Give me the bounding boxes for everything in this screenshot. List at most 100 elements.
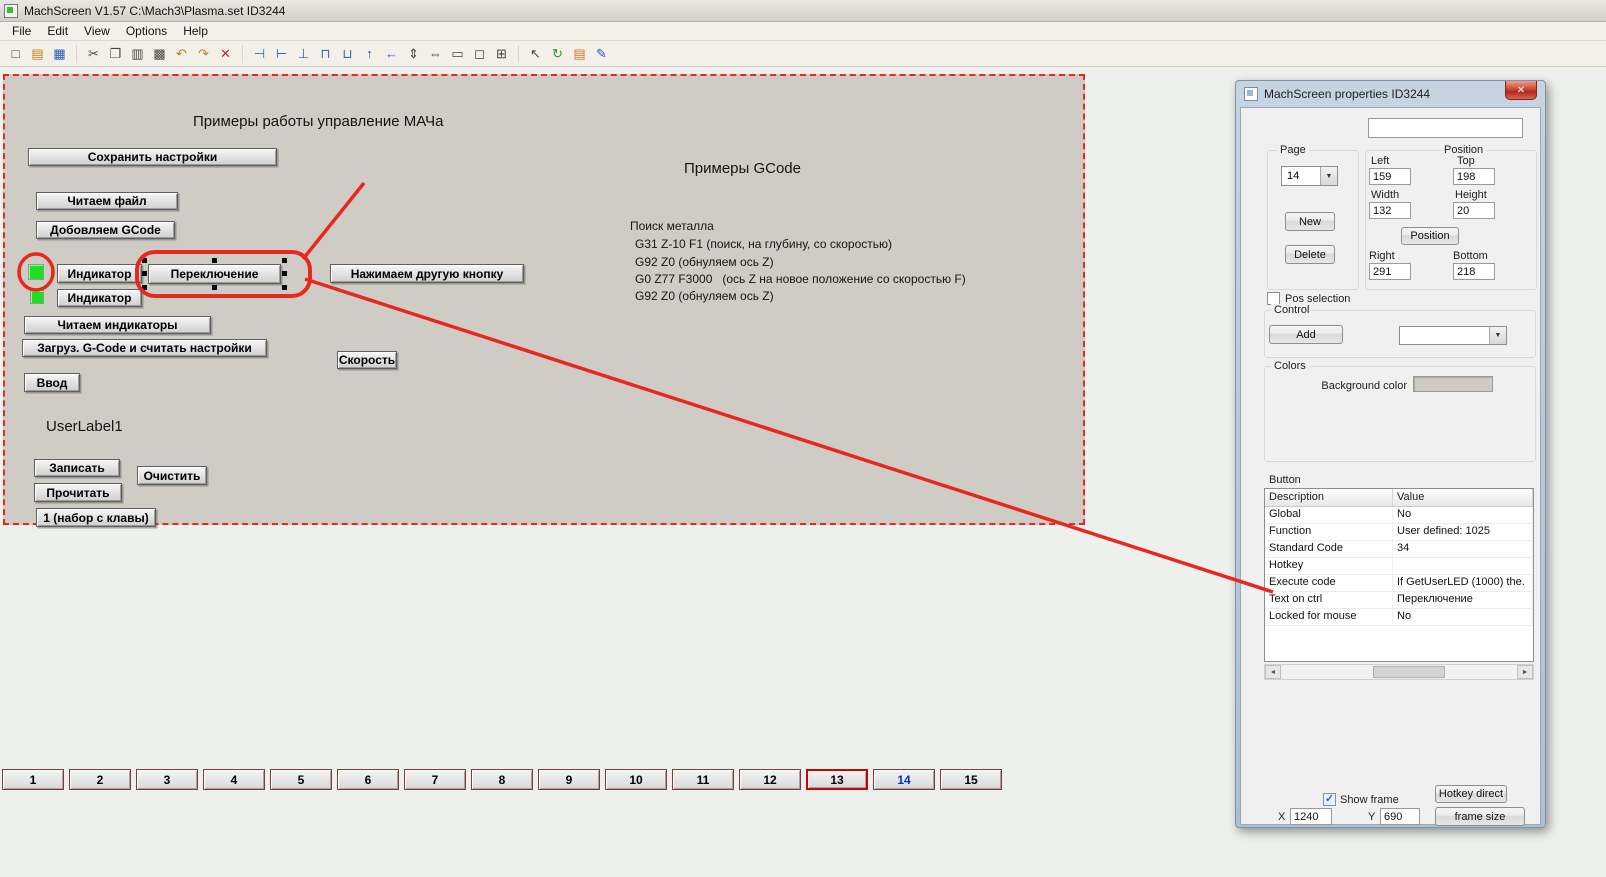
delete-button[interactable]: Delete — [1285, 245, 1335, 264]
left-field[interactable] — [1369, 168, 1411, 185]
switch-button[interactable]: Переключение — [148, 264, 281, 284]
page-button-7[interactable]: 7 — [404, 769, 466, 790]
menu-edit[interactable]: Edit — [39, 23, 76, 39]
width-field[interactable] — [1369, 202, 1411, 219]
grid-row-hotkey[interactable]: Hotkey — [1265, 558, 1533, 575]
page-button-10[interactable]: 10 — [605, 769, 667, 790]
resize-handle-ne[interactable] — [282, 258, 287, 263]
resize-handle-w[interactable] — [142, 271, 147, 276]
indicator-button-1[interactable]: Индикатор — [57, 264, 142, 283]
grid-icon[interactable]: ⊞ — [491, 44, 512, 64]
move-left-icon[interactable]: ← — [381, 44, 402, 64]
same-width-icon[interactable]: ⇔ — [425, 44, 446, 64]
frame-icon[interactable]: ▭ — [447, 44, 468, 64]
load-gcode-button[interactable]: Загруз. G-Code и считать настройки — [22, 339, 267, 357]
right-field[interactable] — [1369, 263, 1411, 280]
led-indicator-1[interactable] — [28, 264, 44, 280]
frame-size-button[interactable]: frame size — [1435, 807, 1525, 826]
write-button[interactable]: Записать — [34, 459, 120, 477]
resize-handle-nw[interactable] — [142, 258, 147, 263]
grid-row-function[interactable]: Function User defined: 1025 — [1265, 524, 1533, 541]
add-gcode-button[interactable]: Добовляем GCode — [36, 221, 175, 239]
show-frame-checkbox[interactable]: ✓ — [1323, 793, 1336, 806]
grid-row-execute-code[interactable]: Execute code If GetUserLED (1000) the. — [1265, 575, 1533, 592]
save-settings-button[interactable]: Сохранить настройки — [28, 148, 277, 166]
control-name-field[interactable] — [1368, 118, 1523, 138]
position-button[interactable]: Position — [1401, 227, 1459, 245]
resize-handle-s[interactable] — [211, 285, 217, 290]
page-button-14[interactable]: 14 — [873, 769, 935, 790]
height-field[interactable] — [1453, 202, 1495, 219]
design-canvas[interactable]: Примеры работы управление МАЧа Сохранить… — [3, 74, 1085, 527]
menu-file[interactable]: File — [4, 23, 39, 39]
open-icon[interactable]: ▤ — [27, 44, 48, 64]
resize-handle-e[interactable] — [282, 271, 287, 276]
cursor-icon[interactable]: ↖ — [525, 44, 546, 64]
page-button-9[interactable]: 9 — [538, 769, 600, 790]
page-button-11[interactable]: 11 — [672, 769, 734, 790]
scroll-left-icon[interactable]: ◄ — [1265, 665, 1281, 679]
new-icon[interactable]: □ — [5, 44, 26, 64]
grid-row-standard-code[interactable]: Standard Code 34 — [1265, 541, 1533, 558]
align-right-icon[interactable]: ⊢ — [271, 44, 292, 64]
grid-row-text-on-ctrl[interactable]: Text on ctrl Переключение — [1265, 592, 1533, 609]
clear-button[interactable]: Очистить — [137, 466, 207, 485]
page-button-1[interactable]: 1 — [2, 769, 64, 790]
input-button[interactable]: Ввод — [24, 373, 80, 392]
paste-icon[interactable]: ▥ — [127, 44, 148, 64]
menu-help[interactable]: Help — [175, 23, 216, 39]
led-indicator-2[interactable] — [30, 290, 44, 304]
align-bottom-icon[interactable]: ⊔ — [337, 44, 358, 64]
scrollbar-thumb[interactable] — [1373, 666, 1445, 678]
speed-button[interactable]: Скорость — [337, 351, 397, 369]
read-indicators-button[interactable]: Читаем индикаторы — [24, 316, 211, 334]
page-button-8[interactable]: 8 — [471, 769, 533, 790]
page-button-15[interactable]: 15 — [940, 769, 1002, 790]
move-up-icon[interactable]: ↑ — [359, 44, 380, 64]
resize-handle-sw[interactable] — [142, 285, 147, 290]
redo-icon[interactable]: ↷ — [193, 44, 214, 64]
page-button-5[interactable]: 5 — [270, 769, 332, 790]
page-button-6[interactable]: 6 — [337, 769, 399, 790]
close-icon[interactable]: ✕ — [1505, 81, 1537, 100]
paste-special-icon[interactable]: ▩ — [149, 44, 170, 64]
page-button-3[interactable]: 3 — [136, 769, 198, 790]
background-color-swatch[interactable] — [1413, 376, 1493, 392]
top-field[interactable] — [1453, 168, 1495, 185]
menu-options[interactable]: Options — [118, 23, 175, 39]
grid-row-global[interactable]: Global No — [1265, 507, 1533, 524]
column-header-value[interactable]: Value — [1393, 489, 1533, 506]
undo-icon[interactable]: ↶ — [171, 44, 192, 64]
column-header-description[interactable]: Description — [1265, 489, 1393, 506]
page-select[interactable]: 14 ▼ — [1281, 166, 1338, 186]
bottom-field[interactable] — [1453, 263, 1495, 280]
print-icon[interactable]: ▤ — [569, 44, 590, 64]
save-icon[interactable]: ▦ — [49, 44, 70, 64]
align-top-icon[interactable]: ⊓ — [315, 44, 336, 64]
dashed-frame-icon[interactable]: ◻ — [469, 44, 490, 64]
delete-icon[interactable]: ✕ — [215, 44, 236, 64]
align-left-icon[interactable]: ⊣ — [249, 44, 270, 64]
read-file-button[interactable]: Читаем файл — [36, 192, 178, 210]
chevron-down-icon[interactable]: ▼ — [1489, 327, 1506, 344]
resize-handle-se[interactable] — [282, 285, 287, 290]
grid-row-locked-for-mouse[interactable]: Locked for mouse No — [1265, 609, 1533, 626]
copy-icon[interactable]: ❐ — [105, 44, 126, 64]
keys-button[interactable]: 1 (набор с клавы) — [36, 508, 156, 527]
read-button[interactable]: Прочитать — [34, 483, 122, 502]
hotkey-direct-button[interactable]: Hotkey direct — [1435, 785, 1507, 803]
indicator-button-2[interactable]: Индикатор — [57, 289, 142, 307]
control-select[interactable]: ▼ — [1399, 326, 1507, 345]
horizontal-scrollbar[interactable]: ◄ ► — [1264, 664, 1534, 680]
dialog-titlebar[interactable]: MachScreen properties ID3244 ✕ — [1240, 81, 1541, 107]
refresh-icon[interactable]: ↻ — [547, 44, 568, 64]
press-other-button[interactable]: Нажимаем другую кнопку — [330, 264, 524, 283]
page-button-2[interactable]: 2 — [69, 769, 131, 790]
x-field[interactable] — [1290, 808, 1332, 825]
resize-handle-n[interactable] — [211, 258, 217, 263]
align-center-icon[interactable]: ⊥ — [293, 44, 314, 64]
page-button-12[interactable]: 12 — [739, 769, 801, 790]
chevron-down-icon[interactable]: ▼ — [1320, 167, 1337, 185]
page-button-13[interactable]: 13 — [806, 769, 868, 790]
add-button[interactable]: Add — [1269, 325, 1343, 344]
